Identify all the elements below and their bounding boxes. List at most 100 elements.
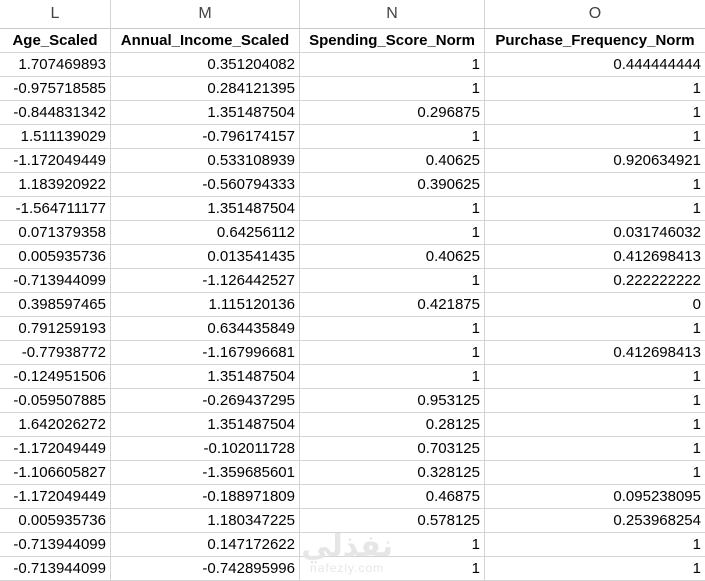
table-cell[interactable]: 1 [300,341,485,365]
table-cell[interactable]: -0.188971809 [111,485,300,509]
table-cell[interactable]: 0.071379358 [0,221,111,245]
table-cell[interactable]: 1.351487504 [111,365,300,389]
table-cell[interactable]: 0.28125 [300,413,485,437]
table-cell[interactable]: 1 [300,317,485,341]
table-cell[interactable]: 0.390625 [300,173,485,197]
table-cell[interactable]: -1.167996681 [111,341,300,365]
table-cell[interactable]: 0.284121395 [111,77,300,101]
table-cell[interactable]: -1.172049449 [0,437,111,461]
table-cell[interactable]: 1.351487504 [111,101,300,125]
column-header-o[interactable]: O [485,0,705,29]
table-cell[interactable]: 1 [485,413,705,437]
table-cell[interactable]: -0.844831342 [0,101,111,125]
table-cell[interactable]: 0.421875 [300,293,485,317]
table-row: 1.707469893 0.351204082 1 0.444444444 [0,53,705,77]
table-cell[interactable]: 1.642026272 [0,413,111,437]
header-cell-annual-income-scaled[interactable]: Annual_Income_Scaled [111,29,300,53]
table-cell[interactable]: 0.147172622 [111,533,300,557]
table-row: 0.005935736 0.013541435 0.40625 0.412698413 [0,245,705,269]
table-cell[interactable]: -0.124951506 [0,365,111,389]
table-cell[interactable]: 0.005935736 [0,245,111,269]
spreadsheet-grid: L M N O Age_Scaled Annual_Income_Scaled … [0,0,705,581]
table-cell[interactable]: -1.106605827 [0,461,111,485]
table-cell[interactable]: 0.953125 [300,389,485,413]
table-row: 0.398597465 1.115120136 0.421875 0 [0,293,705,317]
table-cell[interactable]: 0.328125 [300,461,485,485]
column-header-m[interactable]: M [111,0,300,29]
table-cell[interactable]: 1 [300,125,485,149]
table-cell[interactable]: 1 [300,197,485,221]
header-cell-age-scaled[interactable]: Age_Scaled [0,29,111,53]
table-cell[interactable]: -0.059507885 [0,389,111,413]
table-cell[interactable]: -0.975718585 [0,77,111,101]
table-cell[interactable]: 0.791259193 [0,317,111,341]
table-cell[interactable]: 0.533108939 [111,149,300,173]
table-cell[interactable]: 1 [300,269,485,293]
table-cell[interactable]: -1.172049449 [0,485,111,509]
table-cell[interactable]: 0.222222222 [485,269,705,293]
table-cell[interactable]: 1.351487504 [111,413,300,437]
table-cell[interactable]: 0.412698413 [485,245,705,269]
table-cell[interactable]: -0.742895996 [111,557,300,581]
table-cell[interactable]: 0.005935736 [0,509,111,533]
table-cell[interactable]: -0.102011728 [111,437,300,461]
table-cell[interactable]: 1.351487504 [111,197,300,221]
table-cell[interactable]: 0.40625 [300,149,485,173]
table-cell[interactable]: 1 [485,461,705,485]
table-cell[interactable]: -0.560794333 [111,173,300,197]
table-cell[interactable]: 1.183920922 [0,173,111,197]
data-rows: 1.707469893 0.351204082 1 0.444444444 -0.975… [0,53,705,581]
header-cell-spending-score-norm[interactable]: Spending_Score_Norm [300,29,485,53]
table-cell[interactable]: 0.444444444 [485,53,705,77]
table-cell[interactable]: 0.412698413 [485,341,705,365]
table-cell[interactable]: 1 [485,173,705,197]
table-row: 1.183920922 -0.560794333 0.390625 1 [0,173,705,197]
table-cell[interactable]: 0.703125 [300,437,485,461]
table-cell[interactable]: 1.511139029 [0,125,111,149]
table-cell[interactable]: 0.46875 [300,485,485,509]
table-cell[interactable]: 1 [485,77,705,101]
table-cell[interactable]: 1.115120136 [111,293,300,317]
table-cell[interactable]: -0.77938772 [0,341,111,365]
table-cell[interactable]: -0.269437295 [111,389,300,413]
table-cell[interactable]: -0.713944099 [0,557,111,581]
table-cell[interactable]: 1 [300,221,485,245]
table-cell[interactable]: 1 [485,533,705,557]
table-cell[interactable]: -0.796174157 [111,125,300,149]
table-cell[interactable]: 1 [485,389,705,413]
table-cell[interactable]: -1.564711177 [0,197,111,221]
table-cell[interactable]: 1 [485,317,705,341]
table-cell[interactable]: 1 [485,557,705,581]
table-cell[interactable]: 0.095238095 [485,485,705,509]
table-row: -1.172049449 0.533108939 0.40625 0.92063492… [0,149,705,173]
table-cell[interactable]: 1 [485,101,705,125]
table-cell[interactable]: 1 [485,365,705,389]
table-cell[interactable]: -1.126442527 [111,269,300,293]
table-cell[interactable]: 1 [485,197,705,221]
table-cell[interactable]: 0.351204082 [111,53,300,77]
header-cell-purchase-frequency-norm[interactable]: Purchase_Frequency_Norm [485,29,705,53]
table-cell[interactable]: 1 [300,365,485,389]
column-header-n[interactable]: N [300,0,485,29]
table-cell[interactable]: 0.64256112 [111,221,300,245]
table-cell[interactable]: 1 [485,125,705,149]
table-cell[interactable]: -0.713944099 [0,533,111,557]
table-cell[interactable]: 0 [485,293,705,317]
table-cell[interactable]: 0.40625 [300,245,485,269]
table-cell[interactable]: 0.296875 [300,101,485,125]
table-cell[interactable]: -1.172049449 [0,149,111,173]
table-cell[interactable]: 1 [300,77,485,101]
table-cell[interactable]: 0.920634921 [485,149,705,173]
table-cell[interactable]: 0.253968254 [485,509,705,533]
table-cell[interactable]: -0.713944099 [0,269,111,293]
table-cell[interactable]: 0.398597465 [0,293,111,317]
table-cell[interactable]: 1.180347225 [111,509,300,533]
table-cell[interactable]: 0.634435849 [111,317,300,341]
table-cell[interactable]: 1.707469893 [0,53,111,77]
table-cell[interactable]: -1.359685601 [111,461,300,485]
column-header-l[interactable]: L [0,0,111,29]
table-cell[interactable]: 1 [300,53,485,77]
table-cell[interactable]: 1 [485,437,705,461]
table-cell[interactable]: 0.031746032 [485,221,705,245]
table-cell[interactable]: 0.013541435 [111,245,300,269]
